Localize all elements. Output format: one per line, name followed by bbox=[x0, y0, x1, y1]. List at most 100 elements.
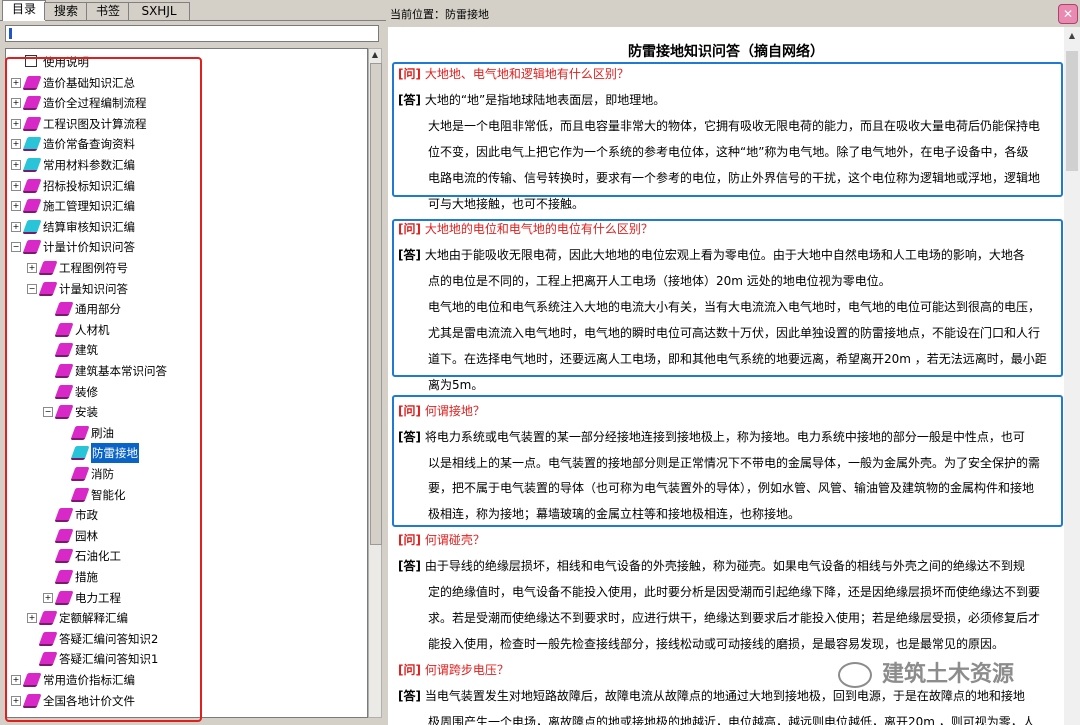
expand-icon[interactable]: + bbox=[11, 118, 21, 129]
tree-node[interactable]: 建筑 bbox=[6, 340, 361, 360]
question-line: [问] 大地地、电气地和逻辑地有什么区别？ bbox=[398, 67, 629, 81]
expand-icon[interactable]: + bbox=[11, 139, 21, 150]
tree-node[interactable]: + 工程图例符号 bbox=[6, 258, 361, 278]
tree-node-label: 结算审核知识汇编 bbox=[43, 219, 135, 234]
tree-node[interactable]: 建筑基本常识问答 bbox=[6, 361, 361, 381]
expand-icon[interactable]: + bbox=[27, 263, 37, 273]
location-bar: 当前位置：防雷接地 ✕ bbox=[388, 0, 1080, 27]
tree-node[interactable]: 通用部分 bbox=[6, 299, 361, 319]
expand-icon[interactable]: + bbox=[11, 180, 21, 191]
expand-icon[interactable]: + bbox=[11, 221, 21, 232]
tree-node-label: 工程识图及计算流程 bbox=[43, 116, 147, 131]
tree-node[interactable]: + 定额解释汇编 bbox=[6, 608, 361, 628]
tree-node-label: 刷油 bbox=[91, 425, 114, 440]
tree-node[interactable]: 装修 bbox=[6, 382, 361, 402]
expand-icon[interactable]: + bbox=[11, 201, 21, 212]
tab-bar: 目录 搜索 书签 SXHJL bbox=[0, 0, 386, 21]
tab-bookmarks[interactable]: 书签 bbox=[86, 2, 130, 20]
scroll-up-arrow-icon[interactable]: ▲ bbox=[369, 49, 381, 61]
tree-node[interactable]: 市政 bbox=[6, 505, 361, 525]
tree-node[interactable]: + 常用材料参数汇编 bbox=[6, 155, 361, 175]
book-icon bbox=[22, 96, 42, 111]
tree-node[interactable]: 消防 bbox=[6, 464, 361, 484]
tree-node[interactable]: + 结算审核知识汇编 bbox=[6, 217, 361, 237]
tree-node[interactable]: + 造价全过程编制流程 bbox=[6, 93, 361, 113]
book-icon bbox=[54, 384, 74, 399]
tab-search[interactable]: 搜索 bbox=[44, 2, 88, 20]
tree-node[interactable]: 刷油 bbox=[6, 423, 361, 443]
tree-node[interactable]: + 常用造价指标汇编 bbox=[6, 670, 361, 690]
tree-node[interactable]: 答疑汇编问答知识1 bbox=[6, 649, 361, 669]
question-line: [问] 何谓接地？ bbox=[398, 403, 485, 418]
tree-node[interactable]: + 招标投标知识汇编 bbox=[6, 176, 361, 196]
question-line: [问] 何谓碰壳？ bbox=[398, 533, 485, 548]
tree-node[interactable]: 园林 bbox=[6, 526, 361, 546]
article-content: 防雷接地知识问答（摘自网络） [问] 大地地、电气地和逻辑地有什么区别？ [答] … bbox=[388, 27, 1064, 725]
tree-node-label: 智能化 bbox=[91, 487, 126, 502]
expand-icon[interactable]: + bbox=[11, 695, 21, 706]
collapse-icon[interactable]: − bbox=[27, 283, 37, 294]
tree-node-label: 造价常备查询资料 bbox=[43, 137, 135, 152]
expand-icon[interactable]: + bbox=[43, 592, 53, 603]
tree-node-label: 造价基础知识汇总 bbox=[43, 75, 135, 90]
tree-node[interactable]: 智能化 bbox=[6, 485, 361, 505]
tree-node[interactable]: 防雷接地 bbox=[6, 443, 361, 464]
tree-node-label: 人材机 bbox=[75, 322, 110, 337]
tree-node-label: 园林 bbox=[75, 528, 98, 543]
tree-node[interactable]: − 计量计价知识问答 bbox=[6, 237, 361, 257]
right-pane: 当前位置：防雷接地 ✕ 防雷接地知识问答（摘自网络） [问] 大地地、电气地和逻… bbox=[388, 0, 1080, 725]
answer-text-line: 能投入使用，检查时一般先检查接线部分，接线松动或可动接线的磨损，是最容易发现，也… bbox=[428, 636, 1005, 651]
tree-node[interactable]: 人材机 bbox=[6, 320, 361, 340]
book-icon bbox=[22, 199, 42, 214]
book-icon bbox=[22, 219, 42, 234]
tree-node[interactable]: − 安装 bbox=[6, 402, 361, 422]
contents-tree[interactable]: 使用说明 + 造价基础知识汇总 + 造价全过程编制流程 + 工程识图及计算流程 + 造价常备查询… bbox=[5, 48, 368, 718]
book-icon bbox=[70, 425, 90, 440]
tree-node[interactable]: + 工程识图及计算流程 bbox=[6, 114, 361, 134]
tree-node[interactable]: 措施 bbox=[6, 567, 361, 587]
expand-icon[interactable]: + bbox=[27, 613, 37, 624]
book-icon bbox=[22, 240, 42, 255]
tree-node[interactable]: + 造价常备查询资料 bbox=[6, 134, 361, 154]
answer-text-line: 要，把不属于电气装置的导体（也可称为电气装置外的导体），例如水管、风管、输油管及… bbox=[428, 481, 1035, 496]
answer-text-line: 以是相线上的某一点。电气装置的接地部分则是正常情况下不带电的金属导体，一般为金属… bbox=[428, 455, 1041, 470]
tree-node[interactable]: 石油化工 bbox=[6, 546, 361, 566]
tree-node[interactable]: 使用说明 bbox=[6, 52, 361, 72]
tab-contents[interactable]: 目录 bbox=[2, 0, 46, 21]
collapse-icon[interactable]: − bbox=[11, 242, 21, 253]
tree-node-label: 电力工程 bbox=[75, 590, 121, 605]
expand-icon[interactable]: + bbox=[11, 160, 21, 170]
book-icon bbox=[54, 364, 74, 378]
book-icon bbox=[22, 158, 42, 172]
close-icon[interactable]: ✕ bbox=[1058, 4, 1078, 24]
tree-node[interactable]: + 全国各地计价文件 bbox=[6, 691, 361, 711]
book-icon bbox=[54, 549, 74, 564]
expand-icon[interactable]: + bbox=[11, 675, 21, 685]
book-icon bbox=[70, 467, 90, 481]
tab-sxhjl[interactable]: SXHJL bbox=[128, 2, 190, 20]
book-icon bbox=[54, 590, 74, 605]
book-icon bbox=[38, 652, 58, 667]
tree-node-label: 计量计价知识问答 bbox=[43, 240, 135, 255]
content-scrollbar[interactable]: ▲ bbox=[1064, 27, 1080, 725]
tree-node[interactable]: + 造价基础知识汇总 bbox=[6, 73, 361, 93]
book-icon bbox=[38, 261, 58, 275]
tree-node[interactable]: 答疑汇编问答知识2 bbox=[6, 629, 361, 649]
scroll-up-arrow-icon[interactable]: ▲ bbox=[1064, 31, 1080, 40]
book-icon bbox=[22, 178, 42, 193]
collapse-icon[interactable]: − bbox=[43, 407, 53, 418]
tree-node[interactable]: − 计量知识问答 bbox=[6, 279, 361, 299]
tree-node[interactable]: + 电力工程 bbox=[6, 588, 361, 608]
content-scroll-thumb[interactable] bbox=[1066, 51, 1078, 171]
expand-icon[interactable]: + bbox=[11, 77, 21, 88]
search-input[interactable] bbox=[5, 25, 379, 42]
tree-node-label: 常用造价指标汇编 bbox=[43, 673, 135, 687]
watermark: 建筑土木资源 bbox=[838, 656, 1014, 688]
breadcrumb: 当前位置：防雷接地 bbox=[390, 8, 489, 21]
tree-scroll-thumb[interactable] bbox=[370, 63, 382, 545]
tree-node[interactable]: + 施工管理知识汇编 bbox=[6, 196, 361, 216]
question-line: [问] 何谓跨步电压？ bbox=[398, 662, 509, 677]
tree-scrollbar[interactable]: ▲ bbox=[368, 48, 382, 718]
expand-icon[interactable]: + bbox=[11, 98, 21, 109]
answer-text-line: 点的电位是不同的，工程上把离开人工电场（接地体）20m 远处的地电位视为零电位。 bbox=[428, 274, 891, 289]
